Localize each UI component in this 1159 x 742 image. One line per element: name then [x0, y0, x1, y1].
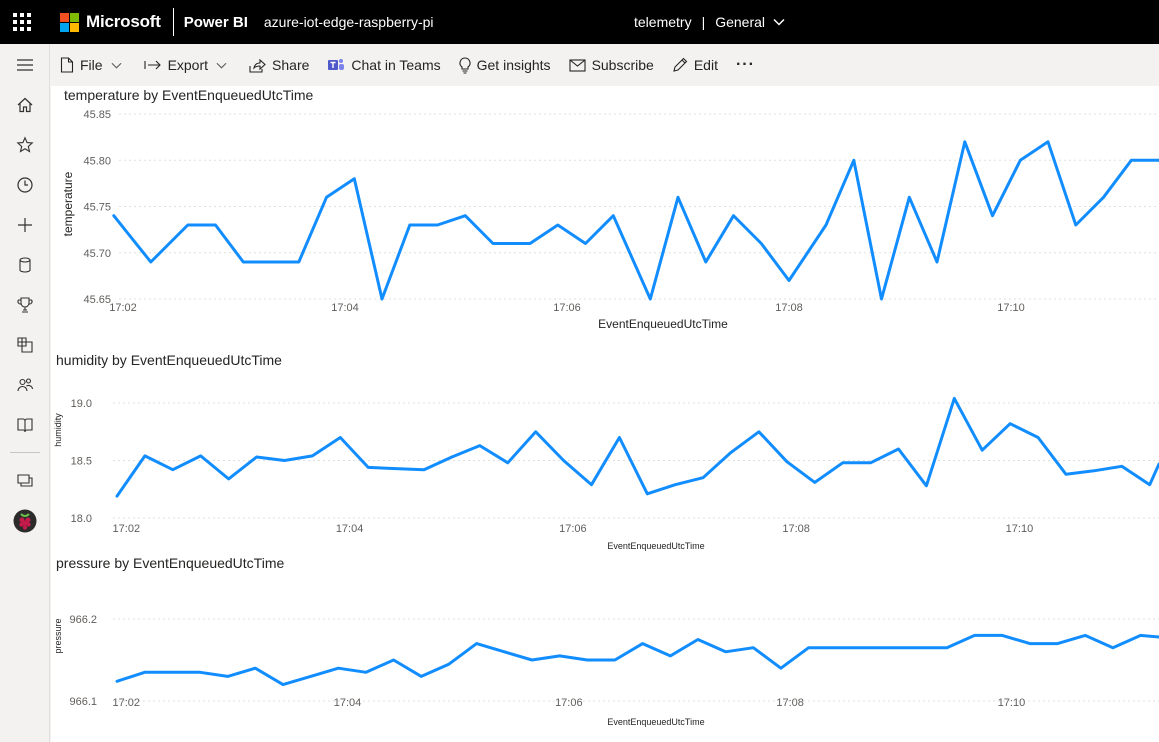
series-line[interactable] — [115, 633, 1159, 687]
lightbulb-icon — [459, 56, 471, 74]
file-label: File — [80, 57, 103, 73]
y-tick-label: 45.70 — [83, 248, 111, 260]
star-icon[interactable] — [15, 135, 35, 155]
pressure-visual-title: pressure by EventEnqueuedUtcTime — [56, 555, 285, 571]
y-tick-label: 18.0 — [71, 513, 92, 525]
temperature-line-chart[interactable]: 45.65 45.70 45.75 45.80 45.85 17:02 17:04 17:06… — [51, 104, 1159, 344]
teams-icon — [328, 59, 345, 70]
pressure-line-chart[interactable]: 966.1 966.2 17:02 17:04 17:06 17:08 17:10 Event… — [51, 576, 1159, 742]
x-tick-label: 17:04 — [334, 697, 362, 709]
x-tick-label: 17:06 — [559, 523, 587, 535]
action-bar: File Export Share Chat in Teams Get insi… — [50, 44, 1159, 86]
x-tick-label: 17:10 — [997, 302, 1025, 314]
app-launcher-icon[interactable] — [0, 0, 44, 44]
y-axis-title: temperature — [61, 171, 75, 236]
x-tick-label: 17:02 — [109, 302, 137, 314]
humidity-line-chart[interactable]: 18.0 18.5 19.0 17:02 17:04 17:06 17:08 17:10 Eve… — [51, 372, 1159, 552]
more-options-icon: ··· — [735, 56, 755, 73]
hamburger-icon[interactable] — [15, 55, 35, 75]
chevron-down-icon — [111, 62, 122, 69]
book-icon[interactable] — [15, 415, 35, 435]
report-name: telemetry — [634, 14, 692, 30]
share-label: Share — [272, 57, 310, 73]
edit-button[interactable]: Edit — [672, 44, 726, 86]
x-tick-label: 17:08 — [782, 523, 810, 535]
pencil-icon — [673, 57, 688, 72]
top-bar: Microsoft Power BI azure-iot-edge-raspbe… — [0, 0, 1159, 44]
microsoft-logo[interactable]: Microsoft — [60, 12, 161, 32]
file-icon — [60, 57, 74, 73]
product-name[interactable]: Power BI — [184, 14, 248, 31]
more-options-button[interactable]: ··· — [736, 44, 763, 86]
x-tick-label: 17:06 — [555, 697, 583, 709]
y-tick-label: 966.2 — [69, 614, 97, 626]
y-tick-label: 45.85 — [83, 109, 111, 121]
nav-divider — [10, 452, 40, 453]
x-axis-title: EventEnqueuedUtcTime — [607, 717, 704, 727]
series-line[interactable] — [112, 140, 1159, 301]
report-canvas: temperature by EventEnqueuedUtcTime 45.6… — [51, 86, 1159, 742]
microsoft-logo-icon — [60, 12, 79, 32]
database-icon[interactable] — [15, 255, 35, 275]
y-axis-title: pressure — [53, 618, 63, 653]
workspaces-icon[interactable] — [15, 470, 35, 490]
x-tick-label: 17:10 — [998, 697, 1026, 709]
series-line[interactable] — [115, 396, 1159, 498]
y-tick-label: 45.75 — [83, 202, 111, 214]
y-axis-title: humidity — [53, 413, 63, 447]
get-insights-button[interactable]: Get insights — [459, 44, 559, 86]
subscribe-button[interactable]: Subscribe — [569, 44, 662, 86]
y-tick-label: 45.65 — [83, 294, 111, 306]
y-tick-label: 966.1 — [69, 696, 97, 708]
raspberry-workspace-icon[interactable] — [13, 509, 37, 533]
report-title-dropdown[interactable]: telemetry | General — [634, 0, 785, 44]
y-tick-label: 19.0 — [71, 398, 92, 410]
x-tick-label: 17:04 — [331, 302, 359, 314]
share-button[interactable]: Share — [249, 44, 317, 86]
plus-icon[interactable] — [15, 215, 35, 235]
title-separator: | — [701, 14, 706, 30]
y-tick-label: 45.80 — [83, 155, 111, 167]
edit-label: Edit — [693, 57, 718, 73]
x-tick-label: 17:02 — [112, 697, 140, 709]
teams-label: Chat in Teams — [351, 57, 441, 73]
chevron-down-icon — [216, 62, 227, 69]
mail-icon — [569, 58, 586, 72]
subscribe-label: Subscribe — [591, 57, 654, 73]
x-tick-label: 17:02 — [113, 523, 141, 535]
chat-in-teams-button[interactable]: Chat in Teams — [327, 44, 448, 86]
header-divider — [172, 8, 174, 36]
share-icon — [249, 58, 266, 73]
home-icon[interactable] — [15, 95, 35, 115]
x-tick-label: 17:06 — [553, 302, 581, 314]
apps-icon[interactable] — [15, 335, 35, 355]
x-tick-label: 17:04 — [336, 523, 364, 535]
humidity-visual-title: humidity by EventEnqueuedUtcTime — [56, 352, 282, 368]
export-label: Export — [167, 57, 209, 73]
chevron-down-icon — [773, 18, 785, 26]
export-icon — [144, 60, 161, 70]
left-nav — [0, 44, 50, 742]
people-icon[interactable] — [15, 375, 35, 395]
workspace-breadcrumb[interactable]: azure-iot-edge-raspberry-pi — [264, 14, 434, 30]
temperature-visual-title: temperature by EventEnqueuedUtcTime — [64, 87, 314, 103]
x-tick-label: 17:08 — [776, 697, 804, 709]
insights-label: Get insights — [476, 57, 551, 73]
sensitivity-label: General — [715, 14, 766, 30]
x-tick-label: 17:08 — [775, 302, 803, 314]
export-menu[interactable]: Export — [144, 44, 239, 86]
x-axis-title: EventEnqueuedUtcTime — [607, 541, 704, 551]
x-tick-label: 17:10 — [1006, 523, 1034, 535]
trophy-icon[interactable] — [15, 295, 35, 315]
clock-icon[interactable] — [15, 175, 35, 195]
y-tick-label: 18.5 — [71, 456, 92, 468]
file-menu[interactable]: File — [60, 44, 134, 86]
x-axis-title: EventEnqueuedUtcTime — [598, 317, 728, 331]
brand-name: Microsoft — [86, 12, 161, 31]
